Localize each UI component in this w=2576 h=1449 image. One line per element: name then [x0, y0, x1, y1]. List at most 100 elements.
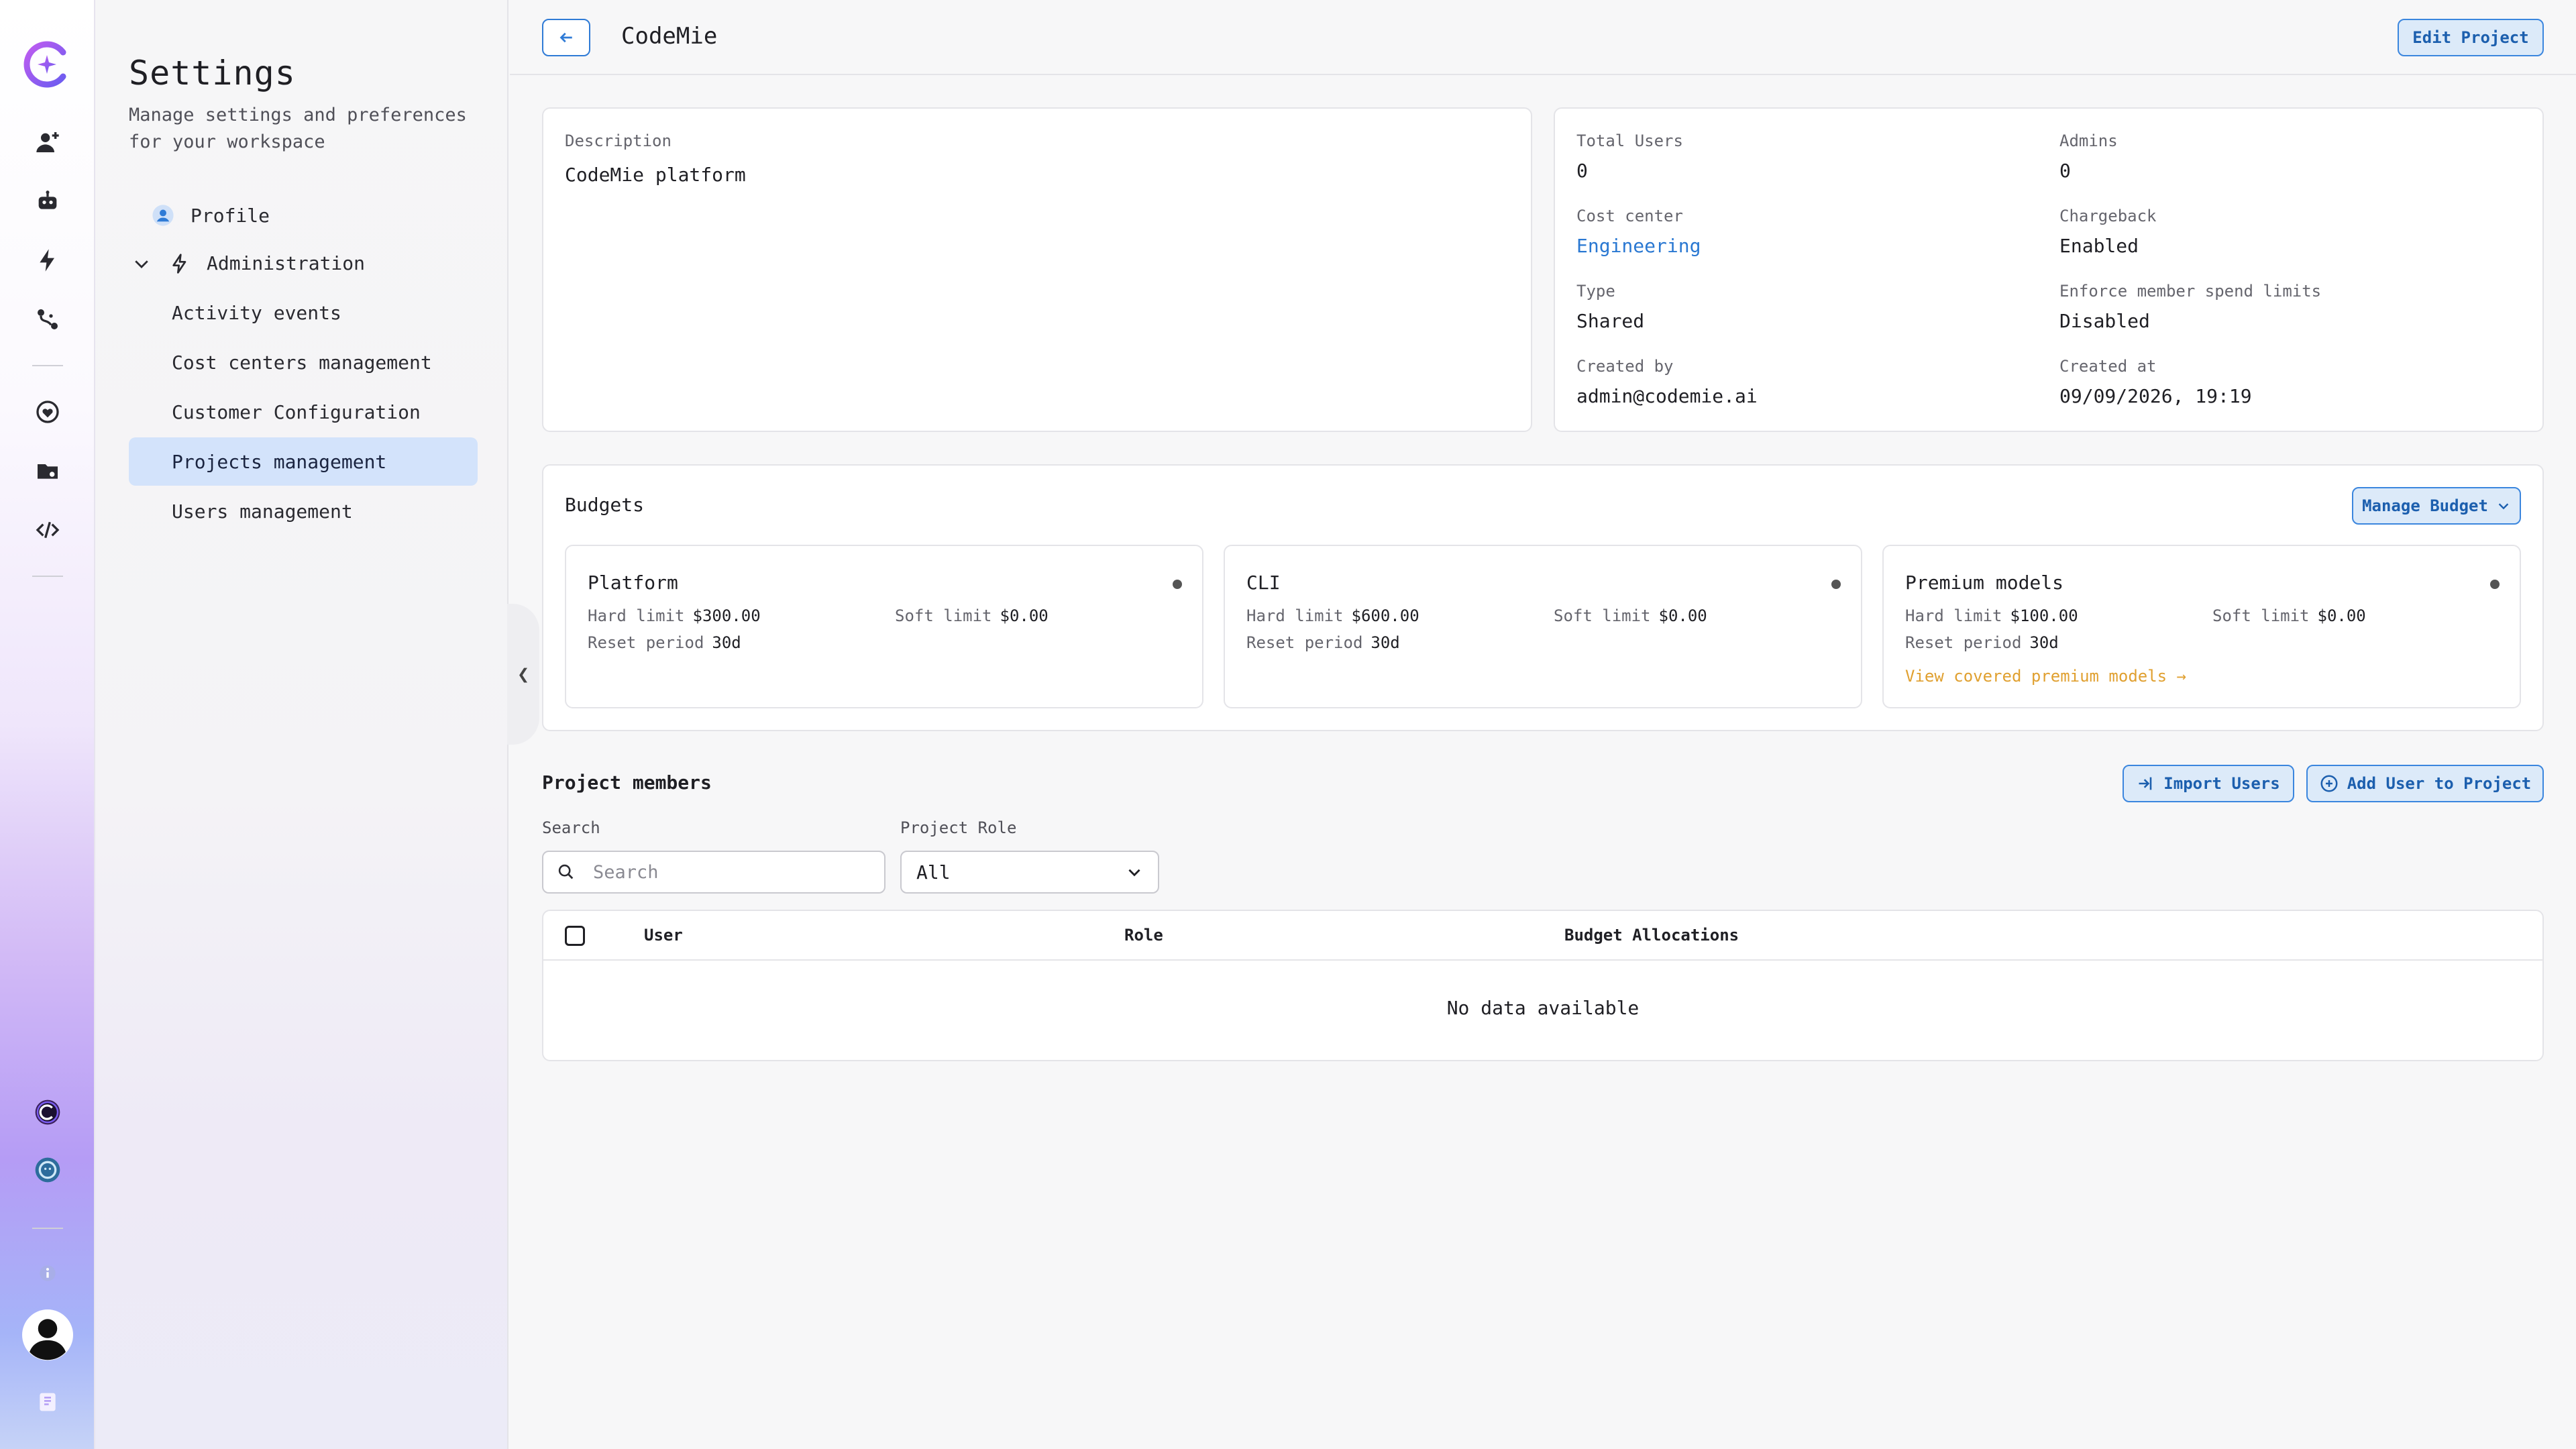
arrow-left-icon [559, 32, 572, 43]
cost-center-link[interactable]: Engineering [1576, 235, 1701, 257]
search-icon [558, 864, 574, 879]
code-icon[interactable] [33, 515, 62, 545]
type-value: Shared [1576, 310, 1645, 332]
manage-budget-button[interactable]: Manage Budget [2352, 487, 2521, 525]
description-value: CodeMie platform [565, 164, 746, 186]
page-header: CodeMie Edit Project [510, 0, 2576, 75]
import-icon [2139, 777, 2152, 790]
hard-limit: Hard limit $100.00 [1905, 606, 2078, 625]
type-label: Type [1576, 282, 1615, 301]
settings-title: Settings [129, 54, 296, 93]
total-users-label: Total Users [1576, 131, 1683, 150]
admins-label: Admins [2059, 131, 2118, 150]
edit-project-button[interactable]: Edit Project [2398, 19, 2544, 56]
column-user[interactable]: User [644, 926, 683, 945]
info-icon[interactable] [33, 1258, 62, 1288]
folder-icon[interactable] [33, 456, 62, 486]
lightning-icon[interactable] [33, 246, 62, 275]
user-avatar[interactable] [22, 1309, 73, 1360]
settings-subtitle: Manage settings and preferences for your… [129, 105, 467, 152]
chevron-down-icon [2498, 503, 2509, 510]
book-icon[interactable] [33, 1387, 62, 1417]
sidebar-item-label: Cost centers management [172, 351, 432, 374]
select-all-checkbox[interactable] [565, 926, 585, 946]
chargeback-value: Enabled [2059, 235, 2139, 257]
total-users-value: 0 [1576, 160, 1588, 182]
heart-brain-icon[interactable] [33, 397, 62, 427]
sidebar-item-activity-events[interactable]: Activity events [129, 288, 478, 337]
sidebar-item-label: Customer Configuration [172, 400, 421, 423]
budget-name: CLI [1246, 572, 1281, 594]
hard-limit: Hard limit $300.00 [588, 606, 761, 625]
sidebar-item-label: Users management [172, 500, 353, 523]
sidebar-item-users-management[interactable]: Users management [129, 487, 478, 535]
cost-center-label: Cost center [1576, 207, 1683, 225]
soft-limit: Soft limit $0.00 [1554, 606, 1707, 625]
manage-budget-label: Manage Budget [2362, 496, 2488, 515]
budgets-title: Budgets [565, 494, 645, 516]
budget-card-cli: CLI Hard limit $600.00 Soft limit $0.00 Re… [1224, 545, 1862, 708]
column-budget-allocations[interactable]: Budget Allocations [1564, 926, 1739, 945]
description-card: Description CodeMie platform [542, 107, 1532, 432]
sidebar-item-label: Activity events [172, 301, 341, 324]
chargeback-label: Chargeback [2059, 207, 2157, 225]
search-input[interactable]: Search [593, 862, 659, 883]
lion-badge-icon[interactable] [33, 1155, 62, 1185]
workflow-icon[interactable] [33, 305, 62, 334]
empty-state: No data available [1446, 997, 1640, 1019]
add-user-icon[interactable] [33, 127, 62, 157]
sidebar-item-profile[interactable]: Profile [152, 204, 270, 227]
created-at-label: Created at [2059, 357, 2157, 376]
project-role-label: Project Role [900, 818, 1017, 837]
sidebar-item-projects-management[interactable]: Projects management [129, 437, 478, 486]
codemie-logo-icon[interactable] [21, 39, 72, 90]
created-by-label: Created by [1576, 357, 1674, 376]
budget-name: Platform [588, 572, 678, 594]
project-details-card: Total Users 0 Admins 0 Cost center Engin… [1554, 107, 2544, 432]
plus-circle-icon [2320, 775, 2338, 792]
robot-icon[interactable] [33, 186, 62, 216]
codemie-badge-icon[interactable] [33, 1097, 62, 1127]
created-by-value: admin@codemie.ai [1576, 385, 1758, 407]
members-title: Project members [542, 771, 712, 794]
budget-name: Premium models [1905, 572, 2064, 594]
profile-icon [152, 205, 174, 226]
reset-period: Reset period 30d [588, 633, 741, 652]
budget-card-premium-models: Premium models Hard limit $100.00 Soft li… [1882, 545, 2521, 708]
main-content: CodeMie Edit Project Description CodeMie… [510, 0, 2576, 1449]
settings-sidebar: Settings Manage settings and preferences… [95, 0, 508, 1449]
sidebar-item-administration[interactable]: Administration [131, 252, 365, 274]
status-dot [1831, 580, 1841, 589]
lightning-icon [172, 253, 186, 274]
soft-limit: Soft limit $0.00 [895, 606, 1049, 625]
page-title: CodeMie [621, 23, 718, 50]
project-role-select[interactable]: All [900, 851, 1159, 894]
soft-limit: Soft limit $0.00 [2212, 606, 2366, 625]
reset-period: Reset period 30d [1246, 633, 1400, 652]
sidebar-item-customer-configuration[interactable]: Customer Configuration [129, 388, 478, 436]
description-label: Description [565, 131, 672, 150]
project-role-value: All [916, 861, 951, 883]
import-users-button[interactable]: Import Users [2123, 765, 2294, 802]
search-label: Search [542, 818, 600, 837]
sidebar-item-cost-centers[interactable]: Cost centers management [129, 338, 478, 386]
search-field[interactable]: Search [542, 851, 885, 894]
sidebar-item-label: Projects management [172, 450, 387, 473]
created-at-value: 09/09/2026, 19:19 [2059, 385, 2252, 407]
import-users-label: Import Users [2163, 774, 2280, 793]
view-premium-models-link[interactable]: View covered premium models → [1905, 667, 2186, 686]
enforce-limits-label: Enforce member spend limits [2059, 282, 2322, 301]
chevron-down-icon [135, 260, 148, 268]
status-dot [2490, 580, 2500, 589]
reset-period: Reset period 30d [1905, 633, 2059, 652]
app-rail [0, 0, 95, 1449]
table-header: User Role Budget Allocations [543, 911, 2542, 961]
column-role[interactable]: Role [1124, 926, 1163, 945]
chevron-down-icon [1128, 869, 1140, 877]
back-button[interactable] [542, 19, 590, 56]
members-table: User Role Budget Allocations No data ava… [542, 910, 2544, 1061]
add-user-label: Add User to Project [2347, 774, 2532, 793]
add-user-button[interactable]: Add User to Project [2306, 765, 2544, 802]
enforce-limits-value: Disabled [2059, 310, 2150, 332]
sidebar-item-label: Profile [191, 204, 270, 227]
